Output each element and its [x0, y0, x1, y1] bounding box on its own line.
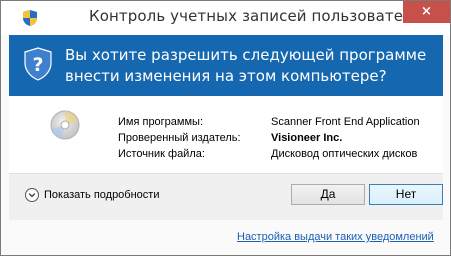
svg-text:?: ? — [32, 54, 43, 76]
window-title: Контроль учетных записей пользователей — [89, 7, 432, 25]
publisher-value: Visioneer Inc. — [271, 132, 343, 144]
file-source-label: Источник файла: — [118, 148, 205, 160]
optical-disc-icon — [50, 110, 80, 140]
notification-settings-link[interactable]: Настройка выдачи таких уведомлений — [237, 231, 434, 243]
uac-shield-icon — [23, 10, 37, 26]
no-button[interactable]: Нет — [369, 184, 443, 205]
uac-dialog: Контроль учетных записей пользователей ×… — [0, 0, 451, 256]
program-name-label: Имя программы: — [118, 116, 204, 128]
program-labels: Имя программы: Проверенный издатель: Ист… — [118, 114, 241, 162]
program-name-value: Scanner Front End Application — [271, 116, 420, 128]
show-details-link[interactable]: Показать подробности — [44, 189, 159, 201]
program-values: Scanner Front End Application Visioneer … — [271, 114, 420, 162]
uac-shield-question-icon: ? — [24, 47, 52, 81]
yes-button[interactable]: Да — [291, 184, 365, 205]
title-bar: Контроль учетных записей пользователей × — [1, 1, 450, 35]
question-text: Вы хотите разрешить следующей программе … — [65, 46, 427, 85]
file-source-value: Дисковод оптических дисков — [271, 148, 418, 160]
close-button[interactable]: × — [403, 1, 450, 23]
publisher-label: Проверенный издатель: — [118, 132, 241, 144]
question-banner: ? Вы хотите разрешить следующей программ… — [9, 35, 443, 96]
chevron-down-icon[interactable] — [25, 188, 39, 202]
